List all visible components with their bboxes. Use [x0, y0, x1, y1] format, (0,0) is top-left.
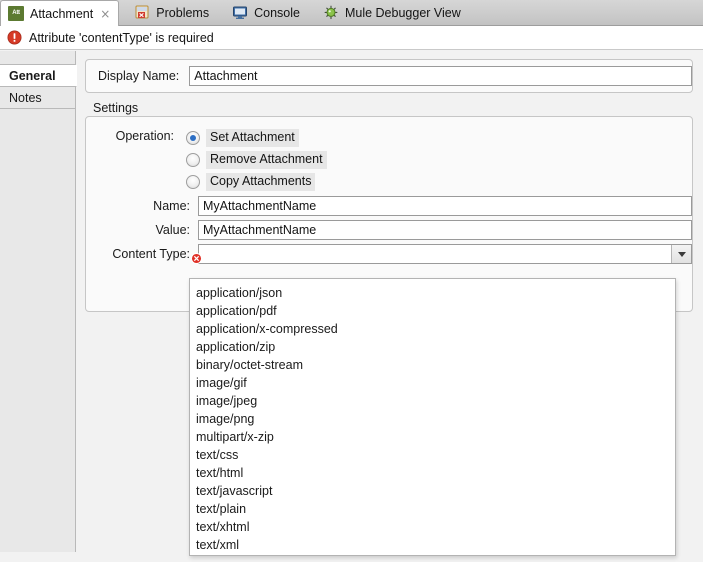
value-input[interactable]	[198, 220, 692, 240]
operation-radio-group: Set Attachment Remove Attachment Copy At…	[186, 127, 327, 193]
settings-group-label: Settings	[93, 101, 138, 115]
list-item[interactable]: text/xhtml	[190, 518, 675, 536]
radio-remove-attachment[interactable]: Remove Attachment	[186, 149, 327, 170]
tab-mule-debugger-view-label: Mule Debugger View	[345, 6, 461, 20]
tab-attachment[interactable]: Att Attachment ×	[0, 0, 119, 26]
operation-label: Operation:	[86, 129, 182, 143]
value-row: Value:	[86, 219, 692, 241]
radio-remove-attachment-label: Remove Attachment	[206, 151, 327, 169]
tab-console[interactable]: Console	[225, 0, 308, 25]
value-label: Value:	[86, 223, 198, 237]
sidebar-item-notes-label: Notes	[9, 91, 42, 105]
list-item[interactable]: application/x-compressed	[190, 320, 675, 338]
name-label: Name:	[86, 199, 198, 213]
content-type-dropdown-button[interactable]	[671, 245, 691, 263]
sidebar-top-spacer	[0, 51, 75, 65]
list-item[interactable]: binary/octet-stream	[190, 356, 675, 374]
content-type-row: Content Type:	[86, 243, 692, 265]
name-row: Name:	[86, 195, 692, 217]
radio-copy-attachments-indicator[interactable]	[186, 175, 200, 189]
radio-copy-attachments-label: Copy Attachments	[206, 173, 315, 191]
operation-row: Operation:	[86, 129, 182, 143]
tab-problems[interactable]: Problems	[127, 0, 217, 25]
display-name-input[interactable]	[189, 66, 692, 86]
tab-mule-debugger-view[interactable]: Mule Debugger View	[316, 0, 469, 25]
list-item[interactable]: image/gif	[190, 374, 675, 392]
radio-set-attachment-indicator[interactable]	[186, 131, 200, 145]
list-item[interactable]: multipart/x-zip	[190, 428, 675, 446]
validation-error-banner: Attribute 'contentType' is required	[0, 26, 703, 50]
radio-copy-attachments[interactable]: Copy Attachments	[186, 171, 327, 192]
tab-problems-label: Problems	[156, 6, 209, 20]
list-item[interactable]: text/css	[190, 446, 675, 464]
chevron-down-icon	[678, 252, 686, 257]
list-item[interactable]: application/zip	[190, 338, 675, 356]
name-input[interactable]	[198, 196, 692, 216]
validation-error-message: Attribute 'contentType' is required	[29, 31, 214, 45]
content-type-dropdown-list[interactable]: application/json application/pdf applica…	[189, 278, 676, 556]
list-item[interactable]: text/xml	[190, 536, 675, 554]
mule-debugger-icon	[323, 5, 339, 20]
settings-sidebar: General Notes	[0, 51, 76, 552]
radio-set-attachment[interactable]: Set Attachment	[186, 127, 327, 148]
editor-window: Att Attachment × Problems	[0, 0, 703, 562]
list-item[interactable]: application/json	[190, 284, 675, 302]
list-item[interactable]: image/png	[190, 410, 675, 428]
editor-tab-bar: Att Attachment × Problems	[0, 0, 703, 26]
error-circle-icon	[7, 30, 22, 45]
list-item[interactable]: application/pdf	[190, 302, 675, 320]
attachment-badge-icon: Att	[8, 6, 24, 21]
sidebar-item-notes[interactable]: Notes	[0, 87, 75, 109]
radio-set-attachment-label: Set Attachment	[206, 129, 299, 147]
display-name-label: Display Name:	[98, 69, 179, 83]
sidebar-item-general-label: General	[9, 69, 56, 83]
list-item[interactable]: text/javascript	[190, 482, 675, 500]
close-icon[interactable]: ×	[100, 8, 110, 20]
content-type-label: Content Type:	[86, 247, 198, 261]
list-item[interactable]: text/plain	[190, 500, 675, 518]
sidebar-item-general[interactable]: General	[0, 65, 77, 87]
error-marker-icon	[191, 253, 202, 264]
tab-attachment-label: Attachment	[30, 7, 93, 21]
list-item[interactable]: image/jpeg	[190, 392, 675, 410]
content-type-input[interactable]	[199, 245, 671, 263]
problems-icon	[134, 5, 150, 20]
list-item[interactable]: text/html	[190, 464, 675, 482]
content-type-combo[interactable]	[198, 244, 692, 264]
display-name-panel: Display Name:	[85, 59, 693, 93]
tab-console-label: Console	[254, 6, 300, 20]
console-icon	[232, 5, 248, 20]
radio-remove-attachment-indicator[interactable]	[186, 153, 200, 167]
